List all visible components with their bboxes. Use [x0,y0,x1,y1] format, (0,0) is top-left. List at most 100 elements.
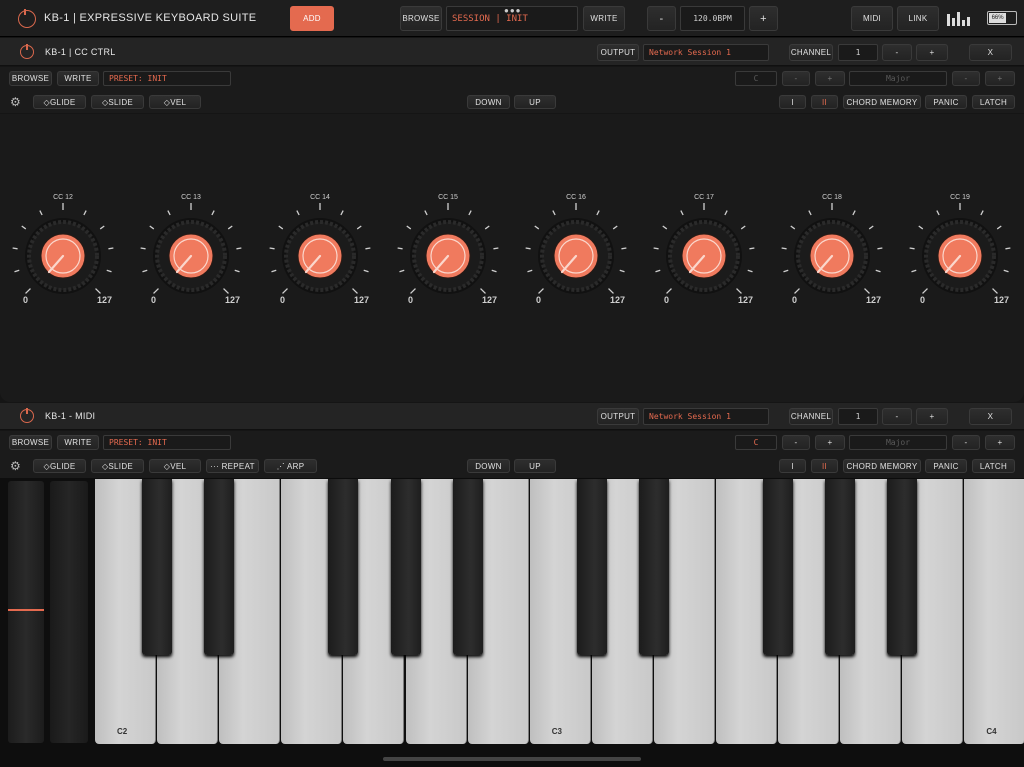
tempo-display[interactable]: 120.0BPM [680,6,745,31]
cc-scale-field[interactable]: Major [849,71,947,86]
power-icon[interactable] [18,9,36,28]
cc-close-button[interactable]: X [969,44,1012,61]
cc-key-field[interactable]: C [735,71,777,86]
cc-vel-button[interactable]: ◇VEL [149,95,201,109]
midi-channel-plus-button[interactable]: + [916,408,948,425]
pitch-strip-indicator [8,609,44,611]
knob-max-label: 127 [354,295,370,305]
cc-up-button[interactable]: UP [514,95,556,109]
knob-min-label: 0 [151,295,157,305]
app-title: KB-1 | EXPRESSIVE KEYBOARD SUITE [44,12,257,24]
link-button[interactable]: LINK [897,6,939,31]
key-octave-label: C2 [117,727,128,736]
cc-glide-button[interactable]: ◇GLIDE [33,95,86,109]
knob-min-label: 0 [664,295,670,305]
tempo-minus-button[interactable]: - [647,6,676,31]
cc-chord-memory-button[interactable]: CHORD MEMORY [843,95,921,109]
midi-up-button[interactable]: UP [514,459,556,473]
cc-latch-button[interactable]: LATCH [972,95,1015,109]
pitch-strip[interactable] [8,481,44,743]
midi-glide-button[interactable]: ◇GLIDE [33,459,86,473]
midi-vel-button[interactable]: ◇VEL [149,459,201,473]
midi-write-button[interactable]: WRITE [57,435,99,450]
add-button[interactable]: ADD [290,6,334,31]
midi-panic-button[interactable]: PANIC [925,459,967,473]
cc-scale-minus-button[interactable]: - [952,71,980,86]
black-key[interactable] [638,479,669,655]
session-write-button[interactable]: WRITE [583,6,625,31]
midi-ii-button[interactable]: II [811,459,838,473]
midi-scale-plus-button[interactable]: + [985,435,1015,450]
cc-output-button[interactable]: OUTPUT [597,44,639,61]
midi-key-plus-button[interactable]: + [815,435,845,450]
black-key[interactable] [390,479,421,655]
knob-max-label: 127 [97,295,113,305]
more-dots-icon[interactable]: ●●● [504,6,522,15]
knob-min-label: 0 [792,295,798,305]
midi-settings-icon[interactable]: ⚙ [10,459,21,473]
black-key[interactable] [328,479,359,655]
midi-output-field[interactable]: Network Session 1 [643,408,769,425]
midi-output-button[interactable]: OUTPUT [597,408,639,425]
midi-i-button[interactable]: I [779,459,806,473]
midi-close-button[interactable]: X [969,408,1012,425]
cc-i-button[interactable]: I [779,95,806,109]
midi-repeat-button[interactable]: ··· REPEAT [206,459,259,473]
cc-panel-title: KB-1 | CC CTRL [45,47,116,57]
midi-channel-minus-button[interactable]: - [882,408,912,425]
midi-browse-button[interactable]: BROWSE [9,435,52,450]
battery-icon: 66% [987,11,1017,25]
midi-power-icon[interactable] [20,408,34,423]
mod-strip[interactable] [50,481,88,743]
knob-min-label: 0 [536,295,542,305]
midi-button[interactable]: MIDI [851,6,893,31]
midi-slide-button[interactable]: ◇SLIDE [91,459,144,473]
battery-level: 66% [989,13,1007,23]
midi-scale-minus-button[interactable]: - [952,435,980,450]
cc-panic-button[interactable]: PANIC [925,95,967,109]
black-key[interactable] [887,479,918,655]
midi-key-minus-button[interactable]: - [782,435,810,450]
black-key[interactable] [204,479,235,655]
cc-down-button[interactable]: DOWN [467,95,510,109]
session-browse-button[interactable]: BROWSE [400,6,442,31]
cc-power-icon[interactable] [20,44,34,59]
cc-browse-button[interactable]: BROWSE [9,71,52,86]
midi-preset-field[interactable]: PRESET: INIT [103,435,231,450]
cc-channel-minus-button[interactable]: - [882,44,912,61]
cc-key-minus-button[interactable]: - [782,71,810,86]
white-key[interactable] [964,479,1024,744]
cc-slide-button[interactable]: ◇SLIDE [91,95,144,109]
midi-arp-button[interactable]: ⋰ ARP [264,459,317,473]
black-key[interactable] [825,479,856,655]
midi-panel-title: KB-1 - MIDI [45,411,96,421]
audio-meter-icon[interactable] [946,10,972,26]
black-key[interactable] [142,479,173,655]
home-indicator [383,757,641,761]
knob-max-label: 127 [225,295,241,305]
midi-channel-field[interactable]: 1 [838,408,878,425]
cc-channel-field[interactable]: 1 [838,44,878,61]
cc-settings-icon[interactable]: ⚙ [10,95,21,109]
black-key[interactable] [763,479,794,655]
cc-channel-button[interactable]: CHANNEL [789,44,833,61]
knob-max-label: 127 [866,295,882,305]
midi-down-button[interactable]: DOWN [467,459,510,473]
cc-key-plus-button[interactable]: + [815,71,845,86]
midi-channel-button[interactable]: CHANNEL [789,408,833,425]
cc-write-button[interactable]: WRITE [57,71,99,86]
key-octave-label: C3 [551,727,562,736]
black-key[interactable] [576,479,607,655]
midi-latch-button[interactable]: LATCH [972,459,1015,473]
cc-scale-plus-button[interactable]: + [985,71,1015,86]
midi-scale-field[interactable]: Major [849,435,947,450]
cc-output-field[interactable]: Network Session 1 [643,44,769,61]
black-key[interactable] [452,479,483,655]
cc-preset-field[interactable]: PRESET: INIT [103,71,231,86]
tempo-plus-button[interactable]: + [749,6,778,31]
cc-ii-button[interactable]: II [811,95,838,109]
midi-chord-memory-button[interactable]: CHORD MEMORY [843,459,921,473]
midi-key-field[interactable]: C [735,435,777,450]
cc-channel-plus-button[interactable]: + [916,44,948,61]
knob-min-label: 0 [23,295,29,305]
